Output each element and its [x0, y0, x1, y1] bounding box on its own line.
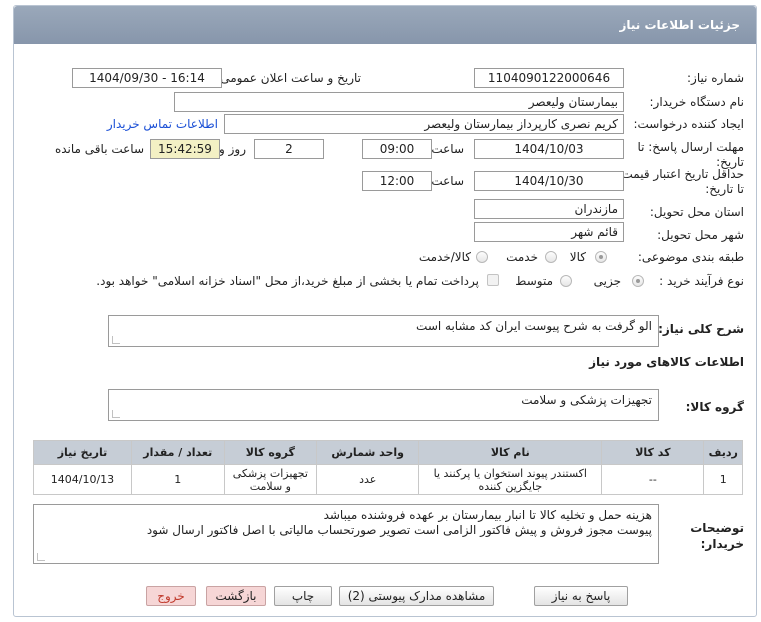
resize-handle-icon[interactable]	[112, 410, 120, 418]
reply-button[interactable]: پاسخ به نیاز	[534, 586, 628, 606]
panel-header: جزئیات اطلاعات نیاز	[14, 6, 756, 44]
description-text: الو گرفت به شرح پیوست ایران کد مشابه است	[416, 319, 652, 333]
city-label: شهر محل تحویل:	[657, 228, 744, 242]
cell-unit: عدد	[316, 464, 420, 495]
goods-group-value: تجهیزات پزشکی و سلامت	[521, 393, 652, 407]
goods-table-header: ردیف کد کالا نام کالا واحد شمارش گروه کا…	[33, 440, 743, 465]
notes-textarea[interactable]: هزینه حمل و تخلیه کالا تا انبار بیمارستا…	[33, 504, 659, 564]
need-number-label: شماره نیاز:	[687, 71, 744, 85]
deadline-date-field: 1404/10/03	[474, 139, 624, 159]
col-unit: واحد شمارش	[316, 440, 420, 465]
resize-handle-icon[interactable]	[37, 553, 45, 561]
deadline-label: مهلت ارسال پاسخ: تا تاریخ:	[637, 140, 744, 169]
remaining-time-field: 15:42:59	[150, 139, 220, 159]
category-option-goods-service: کالا/خدمت	[418, 250, 471, 264]
days-field: 2	[254, 139, 324, 159]
col-group: گروه کالا	[223, 440, 318, 465]
description-label: شرح کلی نیاز:	[658, 322, 744, 336]
deadline-time-label: ساعت	[431, 142, 464, 156]
notes-label: توضیحات خریدار:	[690, 521, 744, 551]
buyer-field: بیمارستان ولیعصر	[174, 92, 624, 112]
cell-qty: 1	[130, 464, 225, 495]
validity-time-label: ساعت	[431, 174, 464, 188]
announce-datetime-field: 1404/09/30 - 16:14	[72, 68, 222, 88]
col-row: ردیف	[703, 440, 743, 465]
resize-handle-icon[interactable]	[112, 336, 120, 344]
creator-field: کریم نصری کارپرداز بیمارستان ولیعصر	[224, 114, 624, 134]
process-label: نوع فرآیند خرید :	[659, 274, 744, 288]
table-row: 1 -- اکستندر پیوند استخوان یا پرکنند یا …	[33, 464, 743, 495]
col-qty: تعداد / مقدار	[130, 440, 225, 465]
cell-row: 1	[703, 464, 743, 495]
validity-time-field: 12:00	[362, 171, 432, 191]
treasury-checkbox[interactable]	[487, 274, 499, 286]
panel-title: جزئیات اطلاعات نیاز	[619, 18, 740, 32]
need-number-field: 1104090122000646	[474, 68, 624, 88]
buyer-contact-link[interactable]: اطلاعات تماس خریدار	[107, 117, 218, 131]
notes-line-2: پیوست مجوز فروش و پیش فاکتور الزامی است …	[146, 523, 652, 537]
goods-table: ردیف کد کالا نام کالا واحد شمارش گروه کا…	[33, 440, 743, 495]
province-label: استان محل تحویل:	[649, 205, 744, 219]
back-button[interactable]: بازگشت	[206, 586, 266, 606]
announce-label: تاریخ و ساعت اعلان عمومی:	[216, 71, 361, 85]
province-field: مازندران	[474, 199, 624, 219]
process-radio-medium[interactable]	[560, 275, 572, 287]
cell-group: تجهیزات پزشکی و سلامت	[223, 464, 318, 495]
col-code: کد کالا	[601, 440, 705, 465]
process-option-medium: متوسط	[515, 274, 553, 288]
col-date: تاریخ نیاز	[33, 440, 132, 465]
buyer-label: نام دستگاه خریدار:	[649, 95, 745, 109]
days-label: روز و	[219, 142, 246, 156]
process-option-small: جزیی	[593, 274, 621, 288]
remaining-label: ساعت باقی مانده	[54, 142, 144, 156]
col-name: نام کالا	[418, 440, 603, 465]
city-field: قائم شهر	[474, 222, 624, 242]
goods-section-title: اطلاعات کالاهای مورد نیاز	[589, 355, 744, 369]
category-option-service: خدمت	[506, 250, 538, 264]
validity-label: حداقل تاریخ اعتبار قیمت: تا تاریخ:	[617, 167, 744, 196]
deadline-time-field: 09:00	[362, 139, 432, 159]
category-label: طبقه بندی موضوعی:	[637, 250, 744, 264]
category-radio-service[interactable]	[545, 251, 557, 263]
cell-date: 1404/10/13	[33, 464, 132, 495]
category-radio-goods-service[interactable]	[476, 251, 488, 263]
goods-group-textarea[interactable]: تجهیزات پزشکی و سلامت	[108, 389, 659, 421]
notes-line-1: هزینه حمل و تخلیه کالا تا انبار بیمارستا…	[323, 508, 652, 522]
description-textarea[interactable]: الو گرفت به شرح پیوست ایران کد مشابه است	[108, 315, 659, 347]
treasury-note: پرداخت تمام یا بخشی از مبلغ خرید،از محل …	[96, 274, 479, 288]
category-radio-goods[interactable]	[595, 251, 607, 263]
validity-date-field: 1404/10/30	[474, 171, 624, 191]
creator-label: ایجاد کننده درخواست:	[633, 117, 744, 131]
category-option-goods: کالا	[569, 250, 586, 264]
cell-name: اکستندر پیوند استخوان یا پرکنند یا جایگز…	[418, 464, 603, 495]
goods-group-label: گروه کالا:	[685, 400, 744, 414]
cell-code: --	[601, 464, 705, 495]
process-radio-small[interactable]	[632, 275, 644, 287]
print-button[interactable]: چاپ	[274, 586, 332, 606]
view-attachments-button[interactable]: مشاهده مدارک پیوستی (2)	[339, 586, 494, 606]
exit-button[interactable]: خروج	[146, 586, 196, 606]
